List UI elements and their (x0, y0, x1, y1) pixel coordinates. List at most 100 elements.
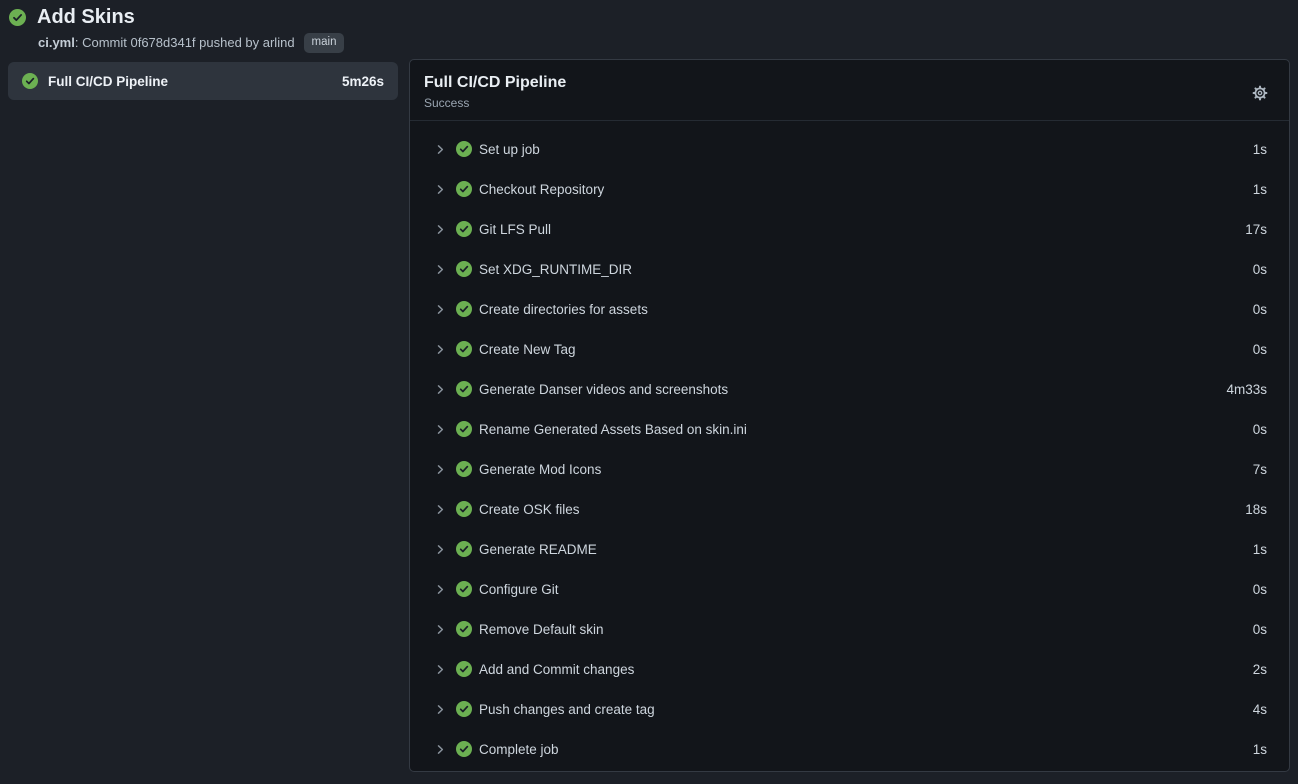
check-circle-success-icon (456, 621, 472, 637)
branch-badge: main (304, 33, 345, 53)
check-circle-success-icon (456, 381, 472, 397)
check-circle-success-icon (456, 261, 472, 277)
chevron-right-icon (434, 143, 447, 156)
chevron-right-icon (434, 703, 447, 716)
step-duration: 0s (1253, 302, 1267, 317)
step-name: Generate Mod Icons (479, 462, 601, 477)
check-circle-success-icon (456, 461, 472, 477)
commit-text: : Commit 0f678d341f pushed by arlind (75, 35, 295, 51)
workflow-file-name: ci.yml (38, 35, 75, 51)
step-duration: 0s (1253, 582, 1267, 597)
check-circle-success-icon (456, 141, 472, 157)
workflow-run-page: { "colors": { "page_bg": "#1c2027", "pan… (0, 0, 1298, 784)
step-name: Add and Commit changes (479, 662, 634, 677)
chevron-right-icon (434, 463, 447, 476)
check-circle-success-icon (456, 421, 472, 437)
chevron-right-icon (434, 623, 447, 636)
sidebar-job-item[interactable]: Full CI/CD Pipeline 5m26s (8, 62, 398, 100)
step-row[interactable]: Complete job 1s (410, 729, 1289, 769)
check-circle-success-icon (456, 581, 472, 597)
chevron-right-icon (434, 663, 447, 676)
step-duration: 7s (1253, 462, 1267, 477)
job-name: Full CI/CD Pipeline (48, 74, 168, 89)
chevron-right-icon (434, 303, 447, 316)
job-status: Success (424, 96, 1273, 110)
check-circle-success-icon (456, 341, 472, 357)
step-duration: 17s (1245, 222, 1267, 237)
step-duration: 4m33s (1226, 382, 1267, 397)
step-row[interactable]: Configure Git 0s (410, 569, 1289, 609)
jobs-sidebar: Full CI/CD Pipeline 5m26s (8, 62, 398, 100)
steps-list: Set up job 1s Checkout Repository 1s (410, 121, 1289, 769)
step-name: Create OSK files (479, 502, 580, 517)
step-name: Set XDG_RUNTIME_DIR (479, 262, 632, 277)
step-row[interactable]: Git LFS Pull 17s (410, 209, 1289, 249)
chevron-right-icon (434, 743, 447, 756)
chevron-right-icon (434, 183, 447, 196)
check-circle-success-icon (456, 301, 472, 317)
step-duration: 1s (1253, 142, 1267, 157)
step-duration: 0s (1253, 622, 1267, 637)
check-circle-success-icon (456, 541, 472, 557)
step-row[interactable]: Generate Danser videos and screenshots 4… (410, 369, 1289, 409)
check-circle-success-icon (456, 181, 472, 197)
step-row[interactable]: Create New Tag 0s (410, 329, 1289, 369)
commit-line: ci.yml: Commit 0f678d341f pushed by arli… (38, 33, 344, 53)
job-title: Full CI/CD Pipeline (424, 73, 1273, 93)
check-circle-success-icon (456, 701, 472, 717)
step-duration: 1s (1253, 182, 1267, 197)
check-circle-success-icon (456, 501, 472, 517)
step-name: Rename Generated Assets Based on skin.in… (479, 422, 747, 437)
job-log-panel: Full CI/CD Pipeline Success (409, 59, 1290, 772)
run-header: Add Skins ci.yml: Commit 0f678d341f push… (9, 5, 344, 53)
chevron-right-icon (434, 263, 447, 276)
step-row[interactable]: Add and Commit changes 2s (410, 649, 1289, 689)
step-name: Push changes and create tag (479, 702, 655, 717)
step-duration: 2s (1253, 662, 1267, 677)
step-name: Checkout Repository (479, 182, 604, 197)
check-circle-success-icon (456, 221, 472, 237)
step-row[interactable]: Rename Generated Assets Based on skin.in… (410, 409, 1289, 449)
job-duration: 5m26s (342, 74, 384, 89)
step-row[interactable]: Push changes and create tag 4s (410, 689, 1289, 729)
settings-button[interactable] (1249, 82, 1271, 104)
step-name: Create New Tag (479, 342, 576, 357)
check-circle-success-icon (456, 661, 472, 677)
step-row[interactable]: Generate README 1s (410, 529, 1289, 569)
step-duration: 1s (1253, 542, 1267, 557)
step-duration: 0s (1253, 342, 1267, 357)
chevron-right-icon (434, 223, 447, 236)
step-duration: 1s (1253, 742, 1267, 757)
step-row[interactable]: Set up job 1s (410, 129, 1289, 169)
step-name: Complete job (479, 742, 559, 757)
step-row[interactable]: Generate Mod Icons 7s (410, 449, 1289, 489)
job-log-header: Full CI/CD Pipeline Success (410, 60, 1289, 121)
step-name: Generate README (479, 542, 597, 557)
chevron-right-icon (434, 423, 447, 436)
step-name: Set up job (479, 142, 540, 157)
check-circle-success-icon (456, 741, 472, 757)
step-duration: 0s (1253, 262, 1267, 277)
step-row[interactable]: Checkout Repository 1s (410, 169, 1289, 209)
run-title: Add Skins (37, 5, 135, 29)
step-name: Git LFS Pull (479, 222, 551, 237)
step-name: Generate Danser videos and screenshots (479, 382, 728, 397)
step-name: Create directories for assets (479, 302, 648, 317)
step-row[interactable]: Create directories for assets 0s (410, 289, 1289, 329)
step-row[interactable]: Set XDG_RUNTIME_DIR 0s (410, 249, 1289, 289)
step-duration: 4s (1253, 702, 1267, 717)
step-row[interactable]: Create OSK files 18s (410, 489, 1289, 529)
chevron-right-icon (434, 543, 447, 556)
check-circle-success-icon (22, 73, 38, 89)
step-row[interactable]: Remove Default skin 0s (410, 609, 1289, 649)
step-name: Remove Default skin (479, 622, 604, 637)
chevron-right-icon (434, 503, 447, 516)
step-name: Configure Git (479, 582, 559, 597)
step-duration: 18s (1245, 502, 1267, 517)
chevron-right-icon (434, 583, 447, 596)
gear-icon (1251, 84, 1269, 102)
check-circle-success-icon (9, 9, 26, 26)
step-duration: 0s (1253, 422, 1267, 437)
chevron-right-icon (434, 383, 447, 396)
chevron-right-icon (434, 343, 447, 356)
